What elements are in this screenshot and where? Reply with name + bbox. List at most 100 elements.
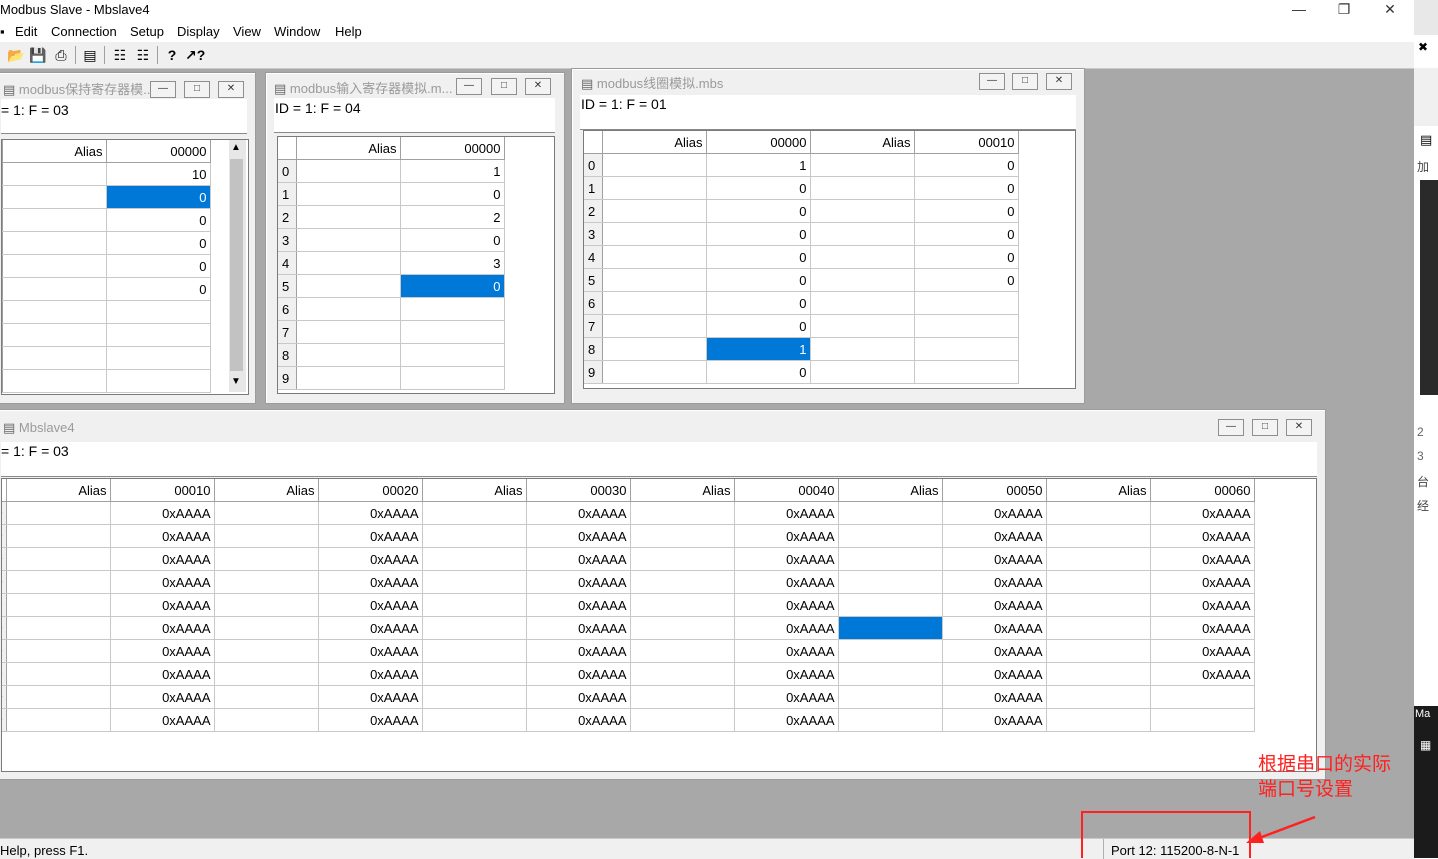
value-cell[interactable]: 0	[706, 245, 811, 269]
alias-cell[interactable]	[422, 524, 527, 548]
address-column-header[interactable]: 00060	[1150, 479, 1255, 502]
alias-cell[interactable]	[838, 685, 943, 709]
value-cell[interactable]: 0xAAAA	[110, 570, 215, 594]
value-cell[interactable]: 0xAAAA	[942, 547, 1047, 571]
value-cell[interactable]: 0xAAAA	[942, 616, 1047, 640]
alias-cell[interactable]	[810, 222, 915, 246]
alias-cell[interactable]	[214, 501, 319, 525]
value-cell[interactable]: 0xAAAA	[318, 685, 423, 709]
alias-cell[interactable]	[602, 245, 707, 269]
alias-cell[interactable]	[810, 153, 915, 177]
address-column-header[interactable]: 00020	[318, 479, 423, 502]
maximize-icon[interactable]: □	[491, 78, 517, 95]
value-cell[interactable]: 0	[106, 208, 211, 232]
value-cell[interactable]	[1150, 685, 1255, 709]
print-icon[interactable]: ⎙	[51, 45, 71, 65]
alias-cell[interactable]	[838, 708, 943, 732]
value-cell[interactable]: 0xAAAA	[1150, 570, 1255, 594]
context-help-icon[interactable]: ↗?	[185, 45, 205, 65]
alias-column-header[interactable]: Alias	[602, 131, 707, 154]
value-cell[interactable]: 0xAAAA	[734, 524, 839, 548]
alias-cell[interactable]	[296, 366, 401, 390]
alias-cell[interactable]	[602, 291, 707, 315]
alias-cell[interactable]	[422, 639, 527, 663]
value-cell[interactable]: 0	[914, 245, 1019, 269]
value-cell[interactable]: 0xAAAA	[110, 547, 215, 571]
value-cell[interactable]: 0xAAAA	[318, 616, 423, 640]
close-icon[interactable]: ✕	[1046, 73, 1072, 90]
value-cell[interactable]: 0xAAAA	[318, 524, 423, 548]
row-header[interactable]: 5	[584, 268, 603, 292]
alias-cell[interactable]	[2, 208, 107, 232]
alias-cell[interactable]	[214, 593, 319, 617]
alias-cell[interactable]	[1046, 685, 1151, 709]
alias-cell[interactable]	[2, 300, 107, 324]
alias-cell[interactable]	[1046, 708, 1151, 732]
alias-cell[interactable]	[296, 182, 401, 206]
value-cell[interactable]: 0xAAAA	[110, 524, 215, 548]
maximize-icon[interactable]: □	[1012, 73, 1038, 90]
alias-column-header[interactable]: Alias	[1046, 479, 1151, 502]
alias-cell[interactable]	[810, 199, 915, 223]
value-cell[interactable]	[106, 346, 211, 370]
value-cell[interactable]	[914, 314, 1019, 338]
value-cell[interactable]: 0xAAAA	[110, 593, 215, 617]
value-cell[interactable]	[914, 291, 1019, 315]
value-cell[interactable]: 0	[914, 176, 1019, 200]
alias-cell[interactable]	[214, 524, 319, 548]
value-cell[interactable]	[400, 366, 505, 390]
value-cell[interactable]: 1	[706, 337, 811, 361]
value-cell[interactable]: 0xAAAA	[734, 616, 839, 640]
value-cell[interactable]: 0xAAAA	[318, 593, 423, 617]
value-cell[interactable]: 0xAAAA	[318, 547, 423, 571]
value-cell[interactable]: 0xAAAA	[734, 708, 839, 732]
value-cell[interactable]: 0xAAAA	[1150, 547, 1255, 571]
value-cell[interactable]: 0xAAAA	[734, 639, 839, 663]
alias-cell[interactable]	[422, 547, 527, 571]
value-cell[interactable]: 0xAAAA	[1150, 662, 1255, 686]
alias-cell[interactable]	[630, 547, 735, 571]
row-header[interactable]: 3	[584, 222, 603, 246]
value-cell[interactable]	[106, 369, 211, 393]
value-cell[interactable]: 0xAAAA	[110, 662, 215, 686]
alias-cell[interactable]	[1046, 570, 1151, 594]
value-cell[interactable]: 0xAAAA	[110, 708, 215, 732]
window-icon[interactable]: ▤	[80, 45, 100, 65]
row-header[interactable]: 5	[278, 274, 297, 298]
alias-column-header[interactable]: Alias	[630, 479, 735, 502]
alias-cell[interactable]	[2, 369, 107, 393]
disconnect-icon[interactable]: ☷	[133, 45, 153, 65]
minimize-icon[interactable]: —	[1276, 0, 1322, 21]
close-icon[interactable]: ✕	[525, 78, 551, 95]
value-cell[interactable]: 0xAAAA	[1150, 616, 1255, 640]
alias-cell[interactable]	[422, 685, 527, 709]
value-cell[interactable]: 0xAAAA	[318, 639, 423, 663]
value-cell[interactable]: 3	[400, 251, 505, 275]
alias-cell[interactable]	[838, 662, 943, 686]
value-cell[interactable]: 0xAAAA	[734, 570, 839, 594]
alias-cell[interactable]	[602, 153, 707, 177]
row-header[interactable]: 0	[278, 159, 297, 183]
value-cell[interactable]	[1150, 708, 1255, 732]
value-cell[interactable]: 0xAAAA	[318, 662, 423, 686]
address-column-header[interactable]: 00030	[526, 479, 631, 502]
value-cell[interactable]: 0	[706, 314, 811, 338]
alias-column-header[interactable]: Alias	[6, 479, 111, 502]
alias-cell[interactable]	[296, 159, 401, 183]
menu-help[interactable]: Help	[335, 24, 362, 39]
alias-cell[interactable]	[838, 570, 943, 594]
vertical-scrollbar[interactable]: ▲ ▼	[229, 140, 246, 392]
alias-cell[interactable]	[1046, 547, 1151, 571]
row-header[interactable]: 7	[278, 320, 297, 344]
value-cell[interactable]: 0	[706, 199, 811, 223]
menu-connection[interactable]: Connection	[51, 24, 117, 39]
value-cell[interactable]: 10	[106, 162, 211, 186]
menu-file-edge[interactable]: ▪	[0, 24, 5, 39]
alias-cell[interactable]	[422, 616, 527, 640]
alias-cell[interactable]	[810, 360, 915, 384]
minimize-icon[interactable]: —	[150, 81, 176, 98]
alias-cell[interactable]	[2, 346, 107, 370]
alias-cell[interactable]	[630, 708, 735, 732]
close-icon[interactable]: ✕	[1367, 0, 1413, 21]
value-cell[interactable]: 0xAAAA	[942, 662, 1047, 686]
